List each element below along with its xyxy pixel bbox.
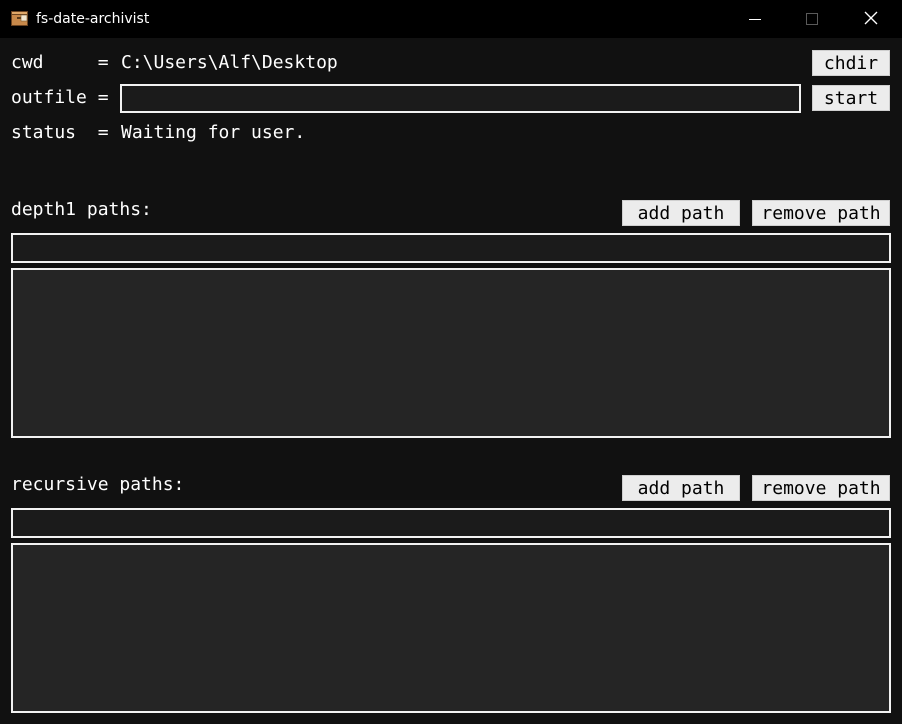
cwd-value: C:\Users\Alf\Desktop [121, 52, 338, 73]
close-icon [864, 10, 878, 29]
minimize-button[interactable] [726, 0, 784, 38]
depth1-heading: depth1 paths: [11, 199, 152, 220]
app-window: fs-date-archivist cwd = C:\Users\Alf\Des… [0, 0, 902, 724]
status-label: status = [11, 122, 109, 143]
recursive-remove-path-button[interactable]: remove path [752, 475, 890, 501]
title-bar[interactable]: fs-date-archivist [0, 0, 902, 38]
cwd-label: cwd = [11, 52, 109, 73]
maximize-button[interactable] [783, 0, 841, 38]
depth1-path-list[interactable] [11, 268, 891, 438]
recursive-add-path-button[interactable]: add path [622, 475, 740, 501]
window-title: fs-date-archivist [36, 11, 150, 27]
recursive-heading: recursive paths: [11, 474, 185, 495]
archive-box-icon [11, 11, 28, 26]
start-button[interactable]: start [812, 85, 890, 111]
status-value: Waiting for user. [121, 122, 306, 143]
chdir-button[interactable]: chdir [812, 50, 890, 76]
recursive-path-input[interactable] [11, 508, 891, 538]
minimize-icon [749, 10, 761, 29]
outfile-input[interactable] [120, 84, 801, 113]
maximize-icon [806, 10, 818, 29]
depth1-add-path-button[interactable]: add path [622, 200, 740, 226]
close-button[interactable] [842, 0, 900, 38]
recursive-path-list[interactable] [11, 543, 891, 713]
depth1-remove-path-button[interactable]: remove path [752, 200, 890, 226]
depth1-path-input[interactable] [11, 233, 891, 263]
outfile-label: outfile = [11, 87, 109, 108]
